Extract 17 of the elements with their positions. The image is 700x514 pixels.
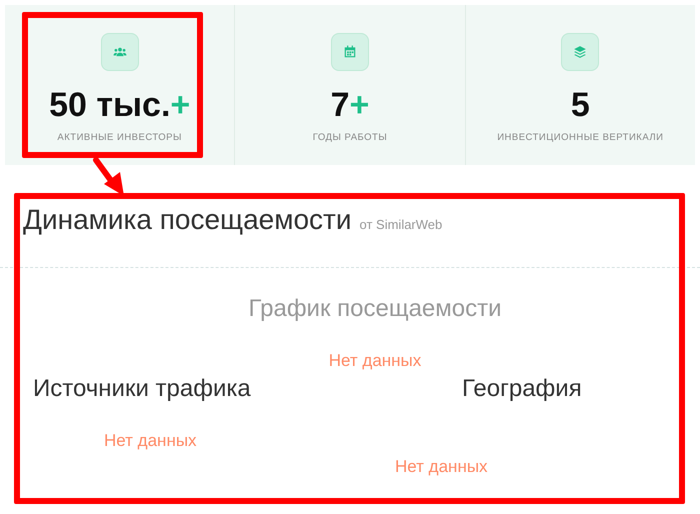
stat-value: 5	[570, 85, 590, 125]
geography-title: География	[462, 374, 582, 404]
stat-label: ГОДЫ РАБОТЫ	[312, 131, 388, 145]
users-icon	[112, 45, 127, 59]
sources-empty-message: Нет данных	[104, 430, 198, 452]
stat-value: 50 тыс.+	[49, 85, 190, 125]
section-title: Динамика посещаемости	[23, 203, 352, 237]
calendar-icon	[342, 45, 357, 59]
geography-empty-message: Нет данных	[395, 456, 489, 478]
source-label: от SimilarWeb	[360, 216, 442, 234]
layers-icon	[573, 45, 588, 59]
stat-value: 7+	[330, 85, 370, 125]
chart-empty-message: Нет данных	[328, 350, 422, 372]
stat-label: АКТИВНЫЕ ИНВЕСТОРЫ	[57, 131, 182, 145]
chart-title: График посещаемости	[248, 294, 502, 324]
sources-title: Источники трафика	[33, 374, 252, 404]
stat-label: ИНВЕСТИЦИОННЫЕ ВЕРТИКАЛИ	[497, 131, 664, 145]
